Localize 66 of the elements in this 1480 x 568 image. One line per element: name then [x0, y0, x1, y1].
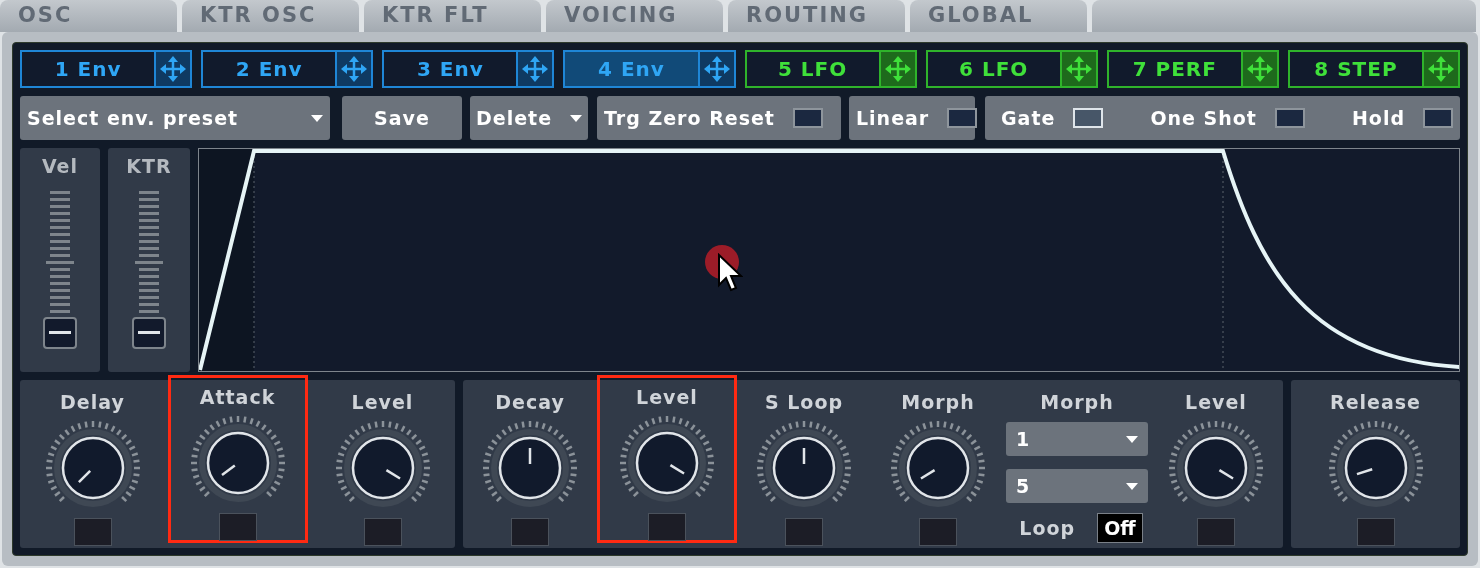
toggle-label: Hold [1351, 105, 1405, 131]
move-icon [159, 55, 188, 83]
slot-button[interactable]: 6 LFO [925, 50, 1098, 88]
loop-toggle[interactable]: Off [1097, 513, 1143, 543]
slot-label: 6 LFO [958, 56, 1030, 83]
slider-thumb[interactable] [132, 316, 166, 349]
move-icon [702, 55, 731, 83]
slot-button[interactable]: 1 Env [20, 50, 193, 88]
slot-button[interactable]: 4 Env [563, 50, 736, 88]
caret-icon [1126, 435, 1138, 443]
knob-label: S Loop [764, 393, 844, 412]
loop-label: Loop [1019, 515, 1076, 541]
tab[interactable]: GLOBAL [910, 0, 1087, 32]
knob-label: Decay [495, 393, 565, 412]
caret-icon [570, 114, 582, 122]
slot-label: 2 Env [234, 56, 304, 83]
caret-icon [1126, 482, 1138, 490]
caret-icon [311, 114, 323, 122]
knob-label: Delay [60, 393, 125, 412]
move-icon [521, 55, 550, 83]
move-icon [1427, 55, 1455, 83]
preset-dropdown[interactable]: Select env. preset [20, 96, 330, 140]
toggle-label: One Shot [1150, 105, 1257, 131]
slot-button[interactable]: 8 STEP [1287, 50, 1460, 88]
dropdown[interactable]: 5 [1006, 469, 1148, 503]
toggle-label: Gate [1001, 105, 1056, 131]
move-icon [1245, 55, 1274, 83]
move-icon [340, 55, 369, 83]
slot-label: 4 Env [597, 56, 666, 83]
knob-label: Level [351, 393, 414, 412]
knob-label: Morph [1040, 393, 1114, 412]
tab[interactable]: OSC [0, 0, 177, 32]
slot-label: 5 LFO [776, 56, 849, 83]
slot-label: 3 Env [415, 56, 485, 83]
slider-label: KTR [126, 154, 172, 179]
envelope-graph[interactable] [198, 148, 1460, 372]
checkbox[interactable] [1423, 108, 1453, 128]
knob-label: Level [1185, 393, 1247, 412]
dropdown[interactable]: 1 [1006, 422, 1148, 456]
slot-button[interactable]: 5 LFO [744, 50, 917, 88]
knob-label: Level [636, 388, 698, 407]
toggle-label: Linear [856, 105, 930, 131]
slot-label: 1 Env [53, 56, 123, 83]
checkbox[interactable] [947, 108, 978, 128]
slot-label: 7 PERF [1131, 56, 1218, 83]
checkbox[interactable] [1274, 108, 1305, 128]
delete-button[interactable]: Delete [470, 96, 588, 140]
save-button[interactable]: Save [342, 96, 462, 140]
slider-label: Vel [41, 154, 79, 179]
slot-label: 8 STEP [1313, 56, 1399, 83]
slot-button[interactable]: 7 PERF [1106, 50, 1279, 88]
tab[interactable]: VOICING [546, 0, 723, 32]
tab[interactable]: KTR OSC [182, 0, 359, 32]
toggle-label: Trg Zero Reset [604, 105, 775, 131]
move-icon [1064, 55, 1093, 83]
knob-label: Attack [199, 388, 276, 407]
checkbox[interactable] [792, 108, 823, 128]
tab[interactable]: ROUTING [728, 0, 905, 32]
knob-label: Morph [901, 393, 975, 412]
knob-label: Release [1330, 393, 1421, 412]
slider-thumb[interactable] [43, 316, 77, 349]
slot-button[interactable]: 2 Env [201, 50, 374, 88]
tab[interactable]: KTR FLT [364, 0, 541, 32]
move-icon [883, 55, 912, 83]
cursor-icon [717, 253, 743, 293]
slot-button[interactable]: 3 Env [382, 50, 555, 88]
